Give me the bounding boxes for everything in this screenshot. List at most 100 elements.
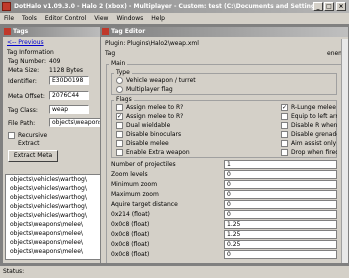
left-flag-4[interactable]: Disable melee (116, 139, 190, 148)
field-row: Maximum zoom 0 (111, 190, 337, 200)
recursive-extract-checkbox[interactable]: Recursive (8, 132, 47, 139)
flag-label: Assign melee to R? (126, 113, 184, 120)
flags-right-column: ✓ R-Lunge melee Equip to left arm Disable R… (281, 103, 337, 157)
menu-file[interactable]: File (0, 13, 18, 24)
tree-item[interactable]: objects\weapons\melee\ (6, 238, 104, 247)
checkbox[interactable] (116, 104, 123, 111)
status-bar: Status: (0, 265, 349, 278)
field-value-input[interactable]: 0.25 (224, 240, 337, 249)
tag-class-label: Tag Class: (8, 107, 38, 114)
close-button[interactable]: × (336, 2, 346, 11)
flag-label: Disable R when (291, 122, 337, 129)
checkbox[interactable]: ✓ (116, 113, 123, 120)
left-flag-5[interactable]: Enable Extra weapon (116, 148, 190, 157)
editor-scrollbar[interactable] (341, 39, 348, 263)
field-value-input[interactable]: 0 (224, 210, 337, 219)
right-flag-4[interactable]: Aim assist only (281, 139, 337, 148)
field-row: Aquire target distance 0 (111, 200, 337, 210)
field-label: 0x0c8 (float) (111, 221, 150, 228)
radio-button[interactable] (116, 77, 123, 84)
tree-item[interactable]: objects\vehicles\warthog\ (6, 184, 104, 193)
flag-label: Disable melee (126, 140, 169, 147)
field-label: 0x214 (float) (111, 211, 150, 218)
extract-meta-button[interactable]: Extract Meta (8, 150, 58, 162)
window-title: DotHalo v1.09.3.0 - Halo 2 (xbox) - Mult… (14, 3, 328, 10)
meta-offset-field[interactable]: 2076C44 (49, 91, 89, 100)
tree-item[interactable]: objects\weapons\melee\ (6, 229, 104, 238)
file-path-field[interactable]: objects\weapons\mele (49, 118, 105, 127)
previous-link[interactable]: <-- Previous (7, 39, 44, 46)
menu-tools[interactable]: Tools (18, 13, 41, 24)
field-value-input[interactable]: 0 (224, 180, 337, 189)
field-label: 0x0c8 (float) (111, 241, 150, 248)
field-label: Maximum zoom (111, 191, 159, 198)
checkbox[interactable] (281, 149, 288, 156)
field-label: Zoom levels (111, 171, 148, 178)
field-value-input[interactable]: 0 (224, 190, 337, 199)
field-label: 0x0c8 (float) (111, 251, 150, 258)
menu-editor-control[interactable]: Editor Control (41, 13, 90, 24)
checkbox[interactable] (281, 122, 288, 129)
tree-item[interactable]: objects\vehicles\warthog\ (6, 193, 104, 202)
right-flag-0[interactable]: ✓ R-Lunge melee (281, 103, 337, 112)
status-label: Status: (3, 268, 25, 275)
left-flag-2[interactable]: Dual wieldable (116, 121, 190, 130)
checkbox[interactable] (281, 140, 288, 147)
radio-button[interactable] (116, 86, 123, 93)
maximize-button[interactable]: □ (324, 2, 334, 11)
type-group-label: Type (114, 69, 132, 76)
tree-item[interactable]: objects\weapons\melee\ (6, 247, 104, 256)
type-option-vehicle[interactable]: Vehicle weapon / turret (116, 76, 196, 85)
minimize-button[interactable]: _ (313, 2, 323, 11)
file-path-label: File Path: (8, 120, 36, 127)
flags-group-label: Flags (114, 96, 134, 103)
left-flag-1[interactable]: ✓ Assign melee to R? (116, 112, 190, 121)
tag-tree[interactable]: objects\vehicles\warthog\ objects\vehicl… (5, 174, 105, 260)
checkbox[interactable] (116, 149, 123, 156)
menu-help[interactable]: Help (147, 13, 169, 24)
identifier-label: Identifier: (8, 78, 37, 85)
tags-panel-title: Tags (3, 27, 105, 37)
tags-panel: Tags <-- Previous Tag Information Tag Nu… (2, 26, 106, 264)
identifier-field[interactable]: E30D0198 (49, 76, 89, 85)
right-flag-2[interactable]: Disable R when (281, 121, 337, 130)
tree-item[interactable]: objects\vehicles\warthog\ (6, 211, 104, 220)
right-flag-5[interactable]: Drop when fired (281, 148, 337, 157)
checkbox[interactable] (116, 131, 123, 138)
left-flag-3[interactable]: Disable binoculars (116, 130, 190, 139)
menu-view[interactable]: View (90, 13, 112, 24)
tree-item[interactable]: objects\vehicles\warthog\ (6, 175, 104, 184)
field-row: 0x0c8 (float) 0.25 (111, 240, 337, 250)
field-label: Aquire target distance (111, 201, 178, 208)
right-flag-1[interactable]: Equip to left arm (281, 112, 337, 121)
field-row: Minimum zoom 0 (111, 180, 337, 190)
field-value-input[interactable]: 1.25 (224, 220, 337, 229)
field-label: Minimum zoom (111, 181, 158, 188)
type-option-label: Multiplayer flag (126, 86, 173, 93)
field-value-input[interactable]: 1 (224, 160, 337, 169)
meta-offset-label: Meta Offset: (8, 93, 45, 100)
field-value-input[interactable]: 0 (224, 250, 337, 259)
right-flag-3[interactable]: Disable grenades (281, 130, 337, 139)
checkbox[interactable] (116, 140, 123, 147)
tree-item[interactable]: objects\weapons\melee\ (6, 220, 104, 229)
checkbox[interactable] (281, 131, 288, 138)
tree-item[interactable]: objects\vehicles\warthog\ (6, 202, 104, 211)
recursive-label: Recursive (18, 132, 48, 139)
field-list: Number of projectiles 1 Zoom levels 0 Minimu… (111, 160, 337, 260)
field-value-input[interactable]: 0 (224, 200, 337, 209)
field-value-input[interactable]: 1.25 (224, 230, 337, 239)
checkbox[interactable] (281, 113, 288, 120)
menu-windows[interactable]: Windows (112, 13, 147, 24)
tag-class-field[interactable]: weap (49, 105, 89, 114)
checkbox[interactable] (116, 122, 123, 129)
recursive-check-box[interactable] (8, 132, 15, 139)
left-flag-0[interactable]: Assign melee to R? (116, 103, 190, 112)
flag-label: Equip to left arm (291, 113, 337, 120)
checkbox[interactable]: ✓ (281, 104, 288, 111)
flag-label: Disable grenades (291, 131, 337, 138)
type-option-multiplayer[interactable]: Multiplayer flag (116, 85, 173, 94)
flag-label: Dual wieldable (126, 122, 171, 129)
field-value-input[interactable]: 0 (224, 170, 337, 179)
plugin-label: Plugin: (105, 40, 126, 47)
